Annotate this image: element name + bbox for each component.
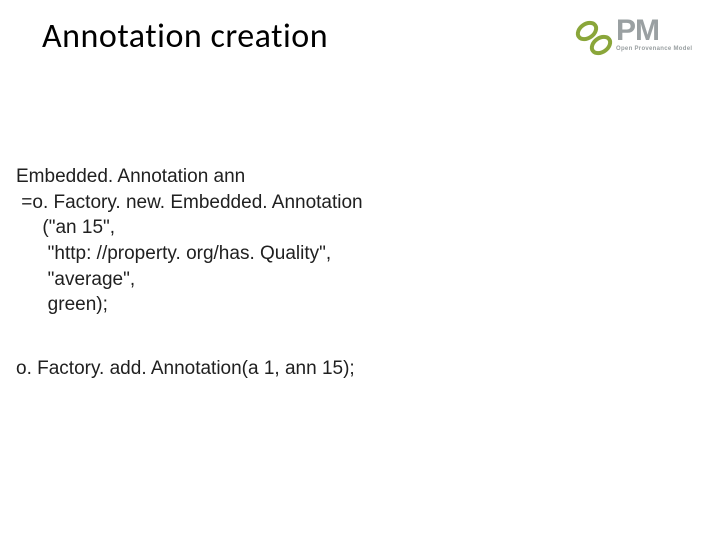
chain-icon: [572, 16, 616, 60]
slide-title: Annotation creation: [42, 16, 328, 57]
code-line: Embedded. Annotation ann: [16, 164, 363, 190]
code-line: ("an 15",: [16, 215, 363, 241]
code-line: =o. Factory. new. Embedded. Annotation: [16, 190, 363, 216]
opm-logo: PM Open Provenance Model: [572, 16, 702, 66]
code-block-1: Embedded. Annotation ann =o. Factory. ne…: [16, 164, 363, 318]
logo-text-small: Open Provenance Model: [616, 46, 692, 52]
code-line: "average",: [16, 267, 363, 293]
code-line: "http: //property. org/has. Quality",: [16, 241, 363, 267]
code-line: green);: [16, 292, 363, 318]
logo-text-big: PM: [616, 14, 659, 48]
slide: Annotation creation PM Open Provenance M…: [0, 0, 720, 540]
code-block-2: o. Factory. add. Annotation(a 1, ann 15)…: [16, 358, 355, 380]
